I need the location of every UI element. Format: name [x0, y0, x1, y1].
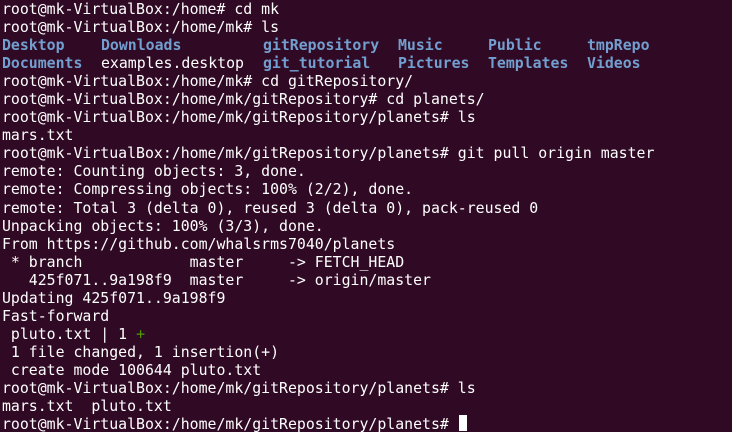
terminal-line: 425f071..9a198f9 master -> origin/master [2, 270, 431, 289]
diffstat-line: pluto.txt | 1 + [2, 325, 732, 343]
terminal-line: mars.txt [2, 126, 74, 145]
directory-entry: Downloads [101, 36, 182, 55]
directory-entry: Videos [587, 54, 641, 73]
terminal-line: mars.txt pluto.txt [2, 397, 172, 416]
directory-entry: tmpRepo [587, 36, 650, 55]
terminal-line: Updating 425f071..9a198f9 [2, 288, 226, 307]
directory-entry: gitRepository [263, 36, 380, 55]
directory-entry: Music [398, 36, 443, 55]
file-entry: examples.desktop [101, 54, 244, 73]
terminal-line: * branch master -> FETCH_HEAD [2, 252, 405, 271]
terminal-line: root@mk-VirtualBox:/home/mk/gitRepositor… [2, 378, 476, 397]
ls-output-row: Documents examples.desktop git_tutorial … [2, 54, 732, 72]
terminal-line: root@mk-VirtualBox:/home/mk# cd gitRepos… [2, 72, 414, 91]
directory-entry: Documents [2, 54, 83, 73]
terminal-line: root@mk-VirtualBox:/home# cd mk [2, 0, 280, 18]
terminal-line: 1 file changed, 1 insertion(+) [2, 342, 280, 361]
terminal-line: root@mk-VirtualBox:/home/mk/gitRepositor… [2, 144, 655, 163]
shell-prompt: root@mk-VirtualBox:/home/mk/gitRepositor… [2, 415, 458, 432]
terminal-line: root@mk-VirtualBox:/home/mk/gitRepositor… [2, 108, 476, 127]
directory-entry: Desktop [2, 36, 65, 55]
terminal-line: root@mk-VirtualBox:/home/mk/gitRepositor… [2, 90, 485, 109]
terminal-line: root@mk-VirtualBox:/home/mk# ls [2, 18, 280, 37]
diffstat-plus: + [136, 324, 145, 343]
prompt-line[interactable]: root@mk-VirtualBox:/home/mk/gitRepositor… [2, 415, 732, 432]
terminal-line: From https://github.com/whalsrms7040/pla… [2, 234, 396, 253]
terminal-window[interactable]: root@mk-VirtualBox:/home# cd mk root@mk-… [0, 0, 732, 432]
directory-entry: Public [488, 36, 542, 55]
diffstat-file: pluto.txt | 1 [2, 324, 137, 343]
terminal-line: remote: Compressing objects: 100% (2/2),… [2, 180, 414, 199]
terminal-line: Unpacking objects: 100% (3/3), done. [2, 216, 324, 235]
ls-output-row: Desktop Downloads gitRepository Music Pu… [2, 36, 732, 54]
terminal-line: Fast-forward [2, 306, 110, 325]
text-cursor[interactable] [458, 415, 467, 432]
directory-entry: Templates [488, 54, 569, 73]
directory-entry: Pictures [398, 54, 470, 73]
terminal-line: remote: Total 3 (delta 0), reused 3 (del… [2, 198, 539, 217]
terminal-line: create mode 100644 pluto.txt [2, 360, 262, 379]
directory-entry: git_tutorial [263, 54, 371, 73]
terminal-line: remote: Counting objects: 3, done. [2, 162, 306, 181]
